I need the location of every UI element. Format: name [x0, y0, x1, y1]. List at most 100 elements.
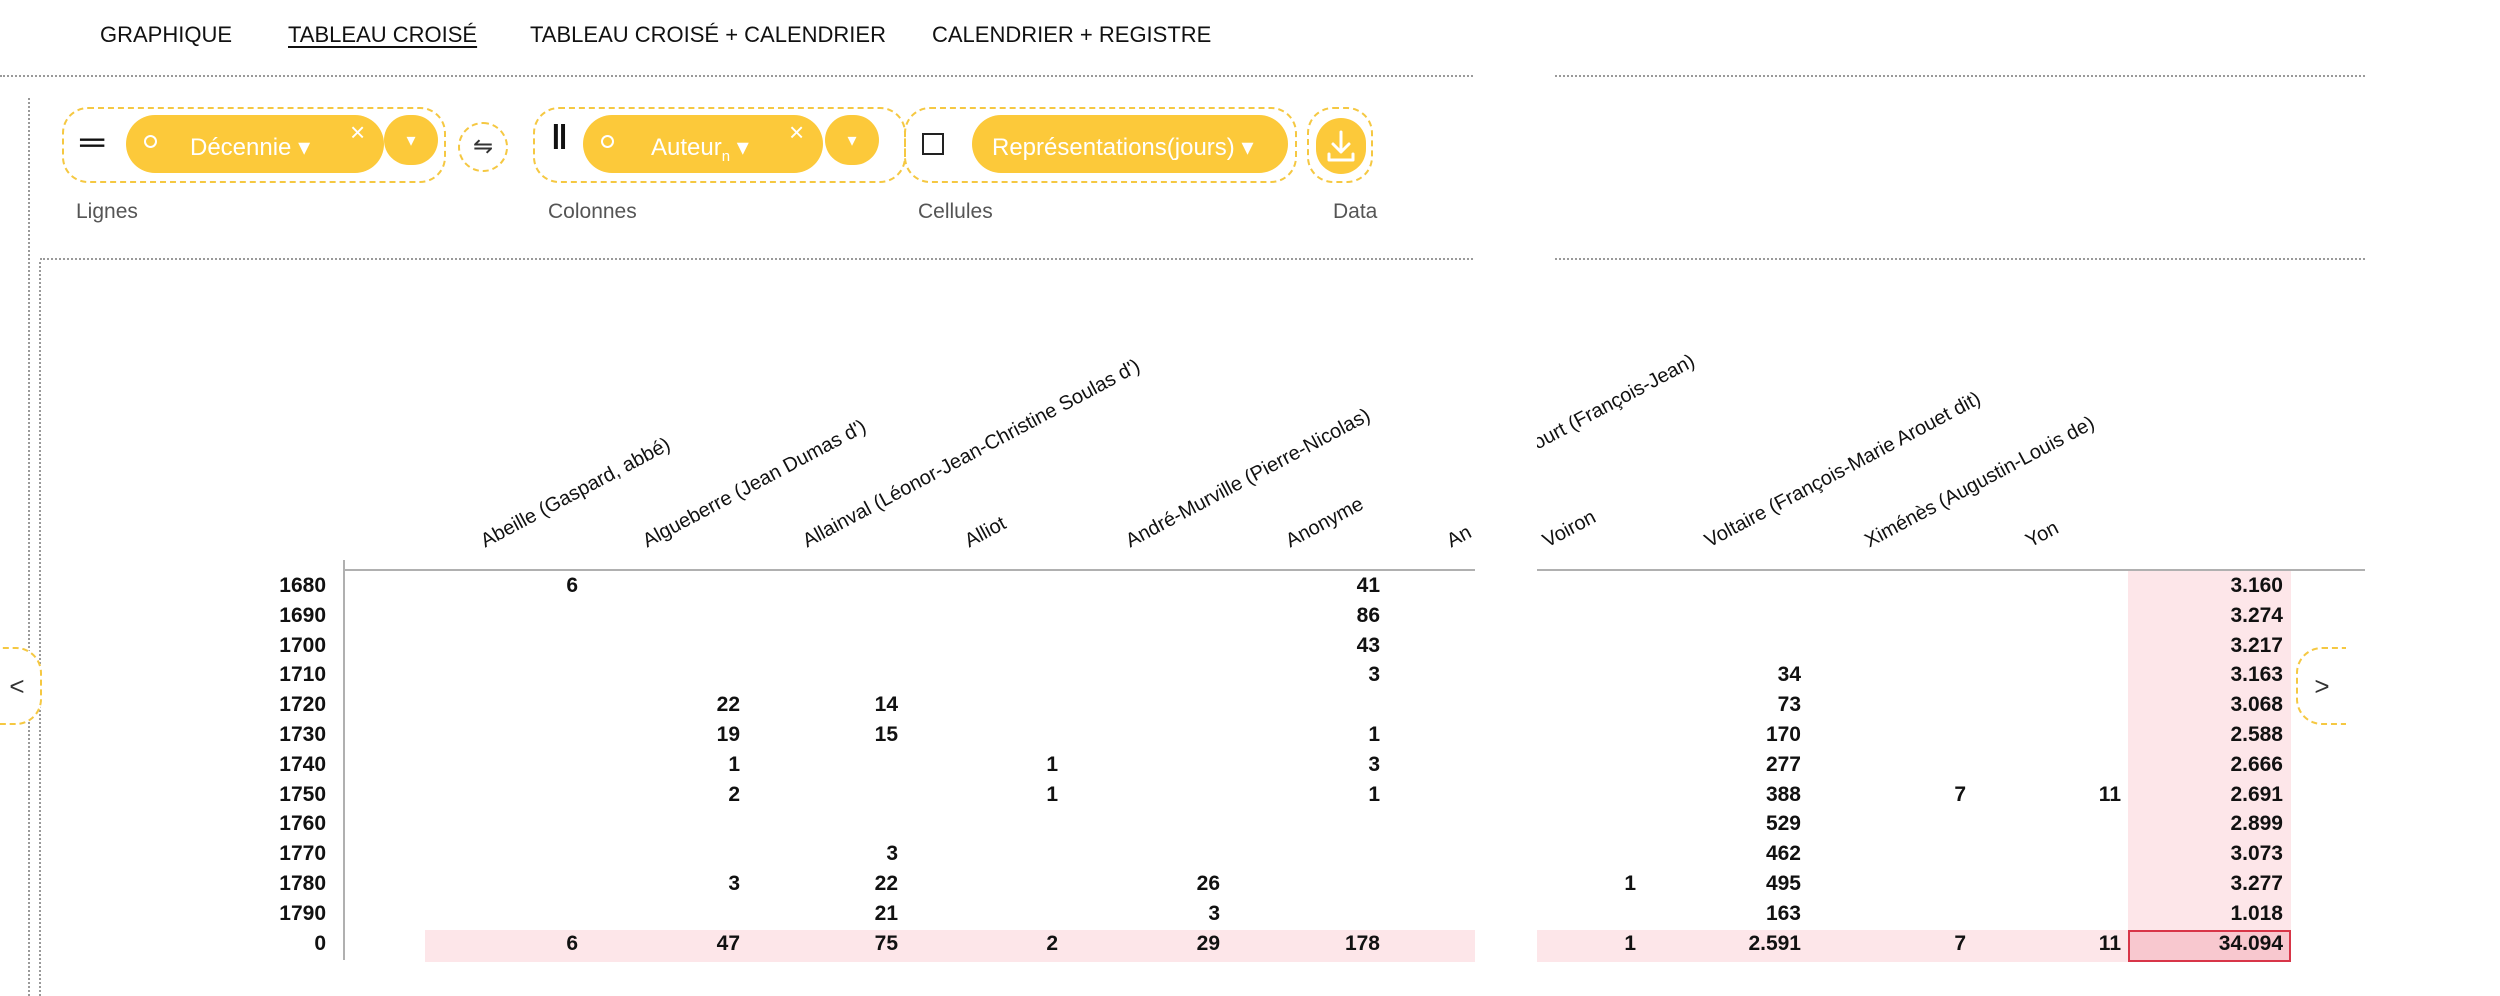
download-icon — [1327, 130, 1355, 162]
swap-axes-button[interactable]: ⇋ — [458, 122, 508, 172]
row-total-cell[interactable]: 3.068 — [2193, 693, 2283, 717]
row-total-cell[interactable]: 3.277 — [2193, 872, 2283, 896]
table-cell[interactable]: 11 — [2031, 932, 2121, 956]
table-cell[interactable]: 495 — [1711, 872, 1801, 896]
row-total-cell[interactable]: 2.666 — [2193, 753, 2283, 777]
table-cell[interactable]: 1 — [968, 783, 1058, 807]
table-cell[interactable]: 22 — [650, 693, 740, 717]
table-cell[interactable]: 19 — [650, 723, 740, 747]
cells-chip[interactable]: Représentations(jours) ▾ — [972, 115, 1288, 173]
cells-dropzone[interactable]: Représentations(jours) ▾ — [904, 107, 1297, 183]
table-cell[interactable]: 34 — [1711, 663, 1801, 687]
rows-chip[interactable]: Décennie ▾ × — [126, 115, 384, 173]
table-cell[interactable]: 277 — [1711, 753, 1801, 777]
table-cell[interactable]: 462 — [1711, 842, 1801, 866]
column-header[interactable]: Allainval (Léonor-Jean-Christine Soulas … — [799, 355, 1144, 553]
row-label[interactable]: 1720 — [200, 693, 326, 717]
table-cell[interactable]: 1 — [650, 753, 740, 777]
table-cell[interactable]: 73 — [1711, 693, 1801, 717]
columns-dropdown-button[interactable]: ▾ — [825, 115, 879, 165]
table-cell[interactable]: 14 — [808, 693, 898, 717]
table-cell[interactable]: 6 — [488, 932, 578, 956]
row-total-cell[interactable]: 1.018 — [2193, 902, 2283, 926]
table-cell[interactable]: 3 — [1290, 663, 1380, 687]
row-total-cell[interactable]: 3.217 — [2193, 634, 2283, 658]
table-cell[interactable]: 29 — [1130, 932, 1220, 956]
table-cell[interactable]: 1 — [1546, 872, 1636, 896]
table-cell[interactable]: 7 — [1876, 783, 1966, 807]
table-cell[interactable]: 15 — [808, 723, 898, 747]
table-cell[interactable]: 7 — [1876, 932, 1966, 956]
scroll-left-button[interactable]: < — [0, 647, 42, 725]
row-total-cell[interactable]: 3.073 — [2193, 842, 2283, 866]
table-cell[interactable]: 3 — [1130, 902, 1220, 926]
row-label[interactable]: 1770 — [200, 842, 326, 866]
table-cell[interactable]: 43 — [1290, 634, 1380, 658]
table-cell[interactable]: 41 — [1290, 574, 1380, 598]
row-total-cell[interactable]: 2.588 — [2193, 723, 2283, 747]
row-label[interactable]: 1760 — [200, 812, 326, 836]
rows-dropzone[interactable]: ═ Décennie ▾ × ▾ — [62, 107, 446, 183]
row-total-cell[interactable]: 2.899 — [2193, 812, 2283, 836]
table-cell[interactable]: 1 — [968, 753, 1058, 777]
columns-chip[interactable]: Auteurn ▾ × — [583, 115, 823, 173]
table-cell[interactable]: 22 — [808, 872, 898, 896]
table-cell[interactable]: 170 — [1711, 723, 1801, 747]
table-cell[interactable]: 2 — [650, 783, 740, 807]
table-cell[interactable]: 26 — [1130, 872, 1220, 896]
table-cell[interactable]: 75 — [808, 932, 898, 956]
row-total-cell[interactable]: 34.094 — [2193, 932, 2283, 956]
table-cell[interactable]: 2.591 — [1711, 932, 1801, 956]
table-cell[interactable]: 11 — [2031, 783, 2121, 807]
table-cell[interactable]: 1 — [1290, 783, 1380, 807]
table-cell[interactable]: 388 — [1711, 783, 1801, 807]
row-total-cell[interactable]: 3.160 — [2193, 574, 2283, 598]
nav-graphique[interactable]: GRAPHIQUE — [100, 22, 232, 48]
row-label[interactable]: 1740 — [200, 753, 326, 777]
row-total-cell[interactable]: 3.274 — [2193, 604, 2283, 628]
table-cell[interactable]: 3 — [808, 842, 898, 866]
row-label[interactable]: 1680 — [200, 574, 326, 598]
row-label[interactable]: 1790 — [200, 902, 326, 926]
column-header[interactable]: Voiron — [1539, 506, 1600, 553]
table-cell[interactable]: 1 — [1290, 723, 1380, 747]
row-label[interactable]: 0 — [200, 932, 326, 956]
drag-handle-icon — [601, 135, 614, 148]
table-cell[interactable]: 163 — [1711, 902, 1801, 926]
row-label[interactable]: 1730 — [200, 723, 326, 747]
column-header[interactable]: ourt (François-Jean) — [1529, 350, 1699, 455]
table-cell[interactable]: 86 — [1290, 604, 1380, 628]
column-header[interactable]: Yon — [2022, 517, 2063, 553]
table-cell[interactable]: 2 — [968, 932, 1058, 956]
rows-remove-icon[interactable]: × — [350, 119, 365, 145]
row-label[interactable]: 1780 — [200, 872, 326, 896]
table-cell[interactable]: 1 — [1546, 932, 1636, 956]
checkbox-icon[interactable] — [922, 133, 944, 155]
scroll-right-button[interactable]: > — [2296, 647, 2346, 725]
download-button[interactable] — [1316, 118, 1366, 174]
column-header[interactable]: André-Murville (Pierre-Nicolas) — [1122, 404, 1374, 553]
table-cell[interactable]: 21 — [808, 902, 898, 926]
column-header[interactable]: An — [1443, 521, 1475, 553]
row-total-cell[interactable]: 2.691 — [2193, 783, 2283, 807]
row-label[interactable]: 1690 — [200, 604, 326, 628]
column-header[interactable]: Voltaire (François-Marie Arouet dit) — [1701, 388, 1985, 553]
columns-remove-icon[interactable]: × — [789, 119, 804, 145]
row-label[interactable]: 1750 — [200, 783, 326, 807]
column-header[interactable]: Anonyme — [1282, 493, 1367, 553]
nav-tableau-croise[interactable]: TABLEAU CROISÉ — [288, 22, 477, 48]
table-cell[interactable]: 6 — [488, 574, 578, 598]
table-cell[interactable]: 3 — [1290, 753, 1380, 777]
nav-calendrier-registre[interactable]: CALENDRIER + REGISTRE — [932, 22, 1211, 48]
row-label[interactable]: 1710 — [200, 663, 326, 687]
table-cell[interactable]: 3 — [650, 872, 740, 896]
nav-tableau-croise-calendrier[interactable]: TABLEAU CROISÉ + CALENDRIER — [530, 22, 886, 48]
column-header[interactable]: Alliot — [961, 512, 1010, 553]
table-cell[interactable]: 178 — [1290, 932, 1380, 956]
row-label[interactable]: 1700 — [200, 634, 326, 658]
table-cell[interactable]: 529 — [1711, 812, 1801, 836]
columns-dropzone[interactable]: ‖ Auteurn ▾ × ▾ — [533, 107, 906, 183]
rows-dropdown-button[interactable]: ▾ — [384, 115, 438, 165]
row-total-cell[interactable]: 3.163 — [2193, 663, 2283, 687]
table-cell[interactable]: 47 — [650, 932, 740, 956]
